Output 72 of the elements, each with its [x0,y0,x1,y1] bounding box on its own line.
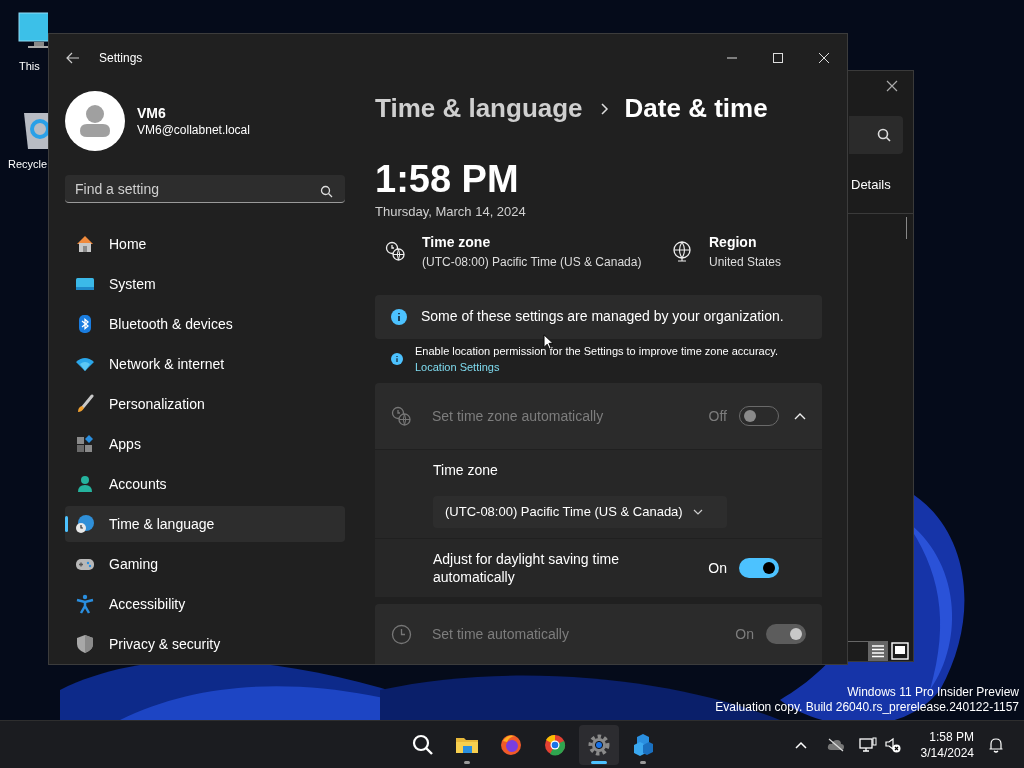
tiles-view-icon[interactable] [891,642,909,660]
search-field[interactable]: Find a setting [65,175,345,203]
globe-icon [672,241,693,262]
account-name: VM6 [137,104,167,122]
setting-label: Set time automatically [432,624,569,644]
apps-icon [75,434,95,454]
search-field[interactable] [849,116,903,154]
search-icon[interactable] [877,128,891,142]
toggle-state: Off [708,406,727,426]
gear-icon [587,732,611,757]
nav-item[interactable]: Network & internet [65,346,345,382]
house-icon [75,234,95,254]
network-computer-icon[interactable] [858,736,877,753]
window-title: Settings [99,50,143,67]
list-view-icon[interactable] [868,641,888,661]
summary-value: United States [709,254,782,271]
brush-icon [75,394,95,414]
location-message: Enable location permission for the Settings to improve time zone accuracy. [415,344,778,360]
nav-item[interactable]: Accessibility [65,586,345,622]
cubes-icon [631,732,655,757]
info-message: Some of these settings are managed by your organization. [421,307,784,327]
time-zone-dropdown[interactable]: (UTC-08:00) Pacific Time (US & Canada) [433,496,727,528]
chevron-right-icon [598,101,609,116]
toggle-switch[interactable] [739,558,779,578]
account-email: VM6@collabnet.local [137,122,250,138]
person-icon [75,474,95,494]
fox-globe-icon [499,732,523,757]
avatar-icon [65,91,125,151]
search-icon [411,732,435,757]
desktop-icon-label: This [19,59,40,74]
nav-item[interactable]: Time & language [65,506,345,542]
desktop-icon-label: Recycle [8,157,48,172]
location-settings-link[interactable]: Location Settings [415,359,500,376]
bell-icon[interactable] [988,736,1004,753]
toggle-state: On [735,624,754,644]
os-build-text: Windows 11 Pro Insider Preview [847,685,1019,700]
chrome-browser-icon [543,732,567,757]
current-time: 1:58 PM [375,157,520,201]
info-icon [391,353,403,366]
toggle-state: On [708,558,727,578]
summary-value: (UTC-08:00) Pacific Time (US & Canada) [422,254,642,271]
clock[interactable]: 1:58 PM 3/14/2024 [920,728,974,761]
setting-label: Time zone [433,461,499,479]
nav-item[interactable]: System [65,266,345,302]
nav-item[interactable]: Personalization [65,386,345,422]
back-arrow-icon[interactable] [66,52,80,64]
shield-icon [75,634,95,654]
setting-label: Set time zone automatically [432,406,604,426]
page-title: Date & time [624,92,768,125]
clock-globe-icon [391,405,412,427]
info-icon [391,308,407,325]
details-tab[interactable]: Details [851,175,891,195]
search-icon [320,185,333,198]
chevron-down-icon [692,509,703,515]
accessibility-icon [75,594,95,614]
close-icon[interactable] [886,80,898,92]
nav-item[interactable]: Home [65,226,345,262]
nav-item[interactable]: Privacy & security [65,626,345,662]
current-date: Thursday, March 14, 2024 [375,203,527,221]
clock-icon [391,623,412,645]
nav-item[interactable]: Accounts [65,466,345,502]
clock-globe-icon [385,241,406,262]
setting-label: Adjust for daylight saving time automatically [433,550,620,586]
nav-item[interactable]: Gaming [65,546,345,582]
summary-title: Time zone [422,233,492,252]
nav-item[interactable]: Bluetooth & devices [65,306,345,342]
cloud-off-icon[interactable] [826,737,845,752]
nav-item[interactable]: Apps [65,426,345,462]
speaker-muted-icon[interactable] [884,736,901,753]
globe-clock-icon [75,514,95,534]
summary-title: Region [709,233,758,252]
taskbar-app[interactable] [579,724,619,765]
